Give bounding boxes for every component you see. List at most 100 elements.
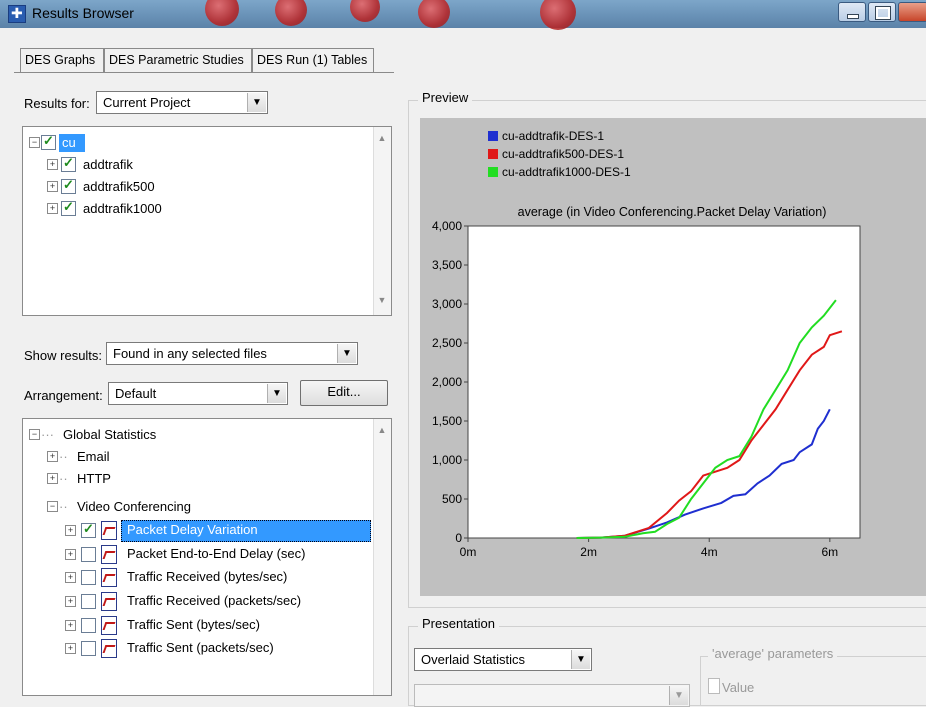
chevron-down-icon[interactable]: ▼ xyxy=(267,384,286,403)
statistic-icon xyxy=(101,639,117,658)
legend-swatch xyxy=(488,167,498,177)
expand-icon[interactable]: + xyxy=(65,620,76,631)
statistic-icon xyxy=(101,592,117,611)
tree-node-video-conferencing[interactable]: − ·· Video Conferencing xyxy=(47,497,267,517)
collapse-icon[interactable]: − xyxy=(29,429,40,440)
statistic-icon xyxy=(101,568,117,587)
checkbox[interactable] xyxy=(81,594,96,609)
arrangement-label: Arrangement: xyxy=(24,388,103,403)
tab-des-run-tables[interactable]: DES Run (1) Tables xyxy=(252,48,374,72)
checkbox-addtrafik1000[interactable] xyxy=(61,199,76,216)
expand-icon[interactable]: + xyxy=(65,596,76,607)
value-label: Value xyxy=(722,680,755,695)
results-for-dropdown[interactable]: Current Project ▼ xyxy=(96,91,268,114)
preview-chart: cu-addtrafik-DES-1 cu-addtrafik500-DES-1 c… xyxy=(420,118,926,596)
arrangement-value: Default xyxy=(115,386,157,401)
close-button[interactable] xyxy=(898,2,926,22)
checkbox[interactable] xyxy=(81,570,96,585)
statistic-icon xyxy=(101,521,117,540)
stat-item-packet-end-to-end-delay[interactable]: + Packet End-to-End Delay (sec) xyxy=(65,544,375,564)
tab-des-graphs[interactable]: DES Graphs xyxy=(20,48,104,72)
y-tick-label: 2,000 xyxy=(432,375,462,389)
tree-node-label: Email xyxy=(77,449,110,464)
y-tick-label: 1,000 xyxy=(432,453,462,467)
presentation-title: Presentation xyxy=(418,616,499,631)
tree-node-email[interactable]: + ·· Email xyxy=(47,447,247,467)
minimize-button[interactable] xyxy=(838,2,866,22)
expand-icon[interactable]: + xyxy=(47,203,58,214)
value-checkbox[interactable] xyxy=(708,678,720,694)
chart-title: average (in Video Conferencing.Packet De… xyxy=(518,205,827,219)
stat-item-traffic-sent-bytes[interactable]: + Traffic Sent (bytes/sec) xyxy=(65,615,375,635)
chevron-down-icon[interactable]: ▼ xyxy=(247,93,266,112)
expand-icon[interactable]: + xyxy=(47,181,58,192)
checkbox-addtrafik500[interactable] xyxy=(61,177,76,194)
tree-node-root[interactable]: − cu xyxy=(29,133,159,153)
tree-node-label: Video Conferencing xyxy=(77,499,191,514)
stat-item-packet-delay-variation[interactable]: + Packet Delay Variation xyxy=(65,520,375,542)
checkbox[interactable] xyxy=(81,521,96,538)
legend-swatch xyxy=(488,149,498,159)
tree-node-global-statistics[interactable]: − ··· Global Statistics xyxy=(29,425,229,445)
expand-icon[interactable]: + xyxy=(65,525,76,536)
statistic-icon xyxy=(101,545,117,564)
tree-node-label: Global Statistics xyxy=(63,427,157,442)
tab-des-parametric-studies[interactable]: DES Parametric Studies xyxy=(104,48,252,72)
scroll-up-icon[interactable]: ▲ xyxy=(376,133,388,147)
expand-icon[interactable]: + xyxy=(47,473,58,484)
presentation-mode-value: Overlaid Statistics xyxy=(421,652,526,667)
checkbox[interactable] xyxy=(81,618,96,633)
show-results-label: Show results: xyxy=(24,348,103,363)
tree-node-addtrafik1000[interactable]: + addtrafik1000 xyxy=(47,199,197,219)
y-tick-label: 4,000 xyxy=(432,219,462,233)
arrangement-dropdown[interactable]: Default ▼ xyxy=(108,382,288,405)
tree-node-addtrafik[interactable]: + addtrafik xyxy=(47,155,197,175)
scroll-down-icon[interactable]: ▼ xyxy=(376,295,388,309)
maximize-button[interactable] xyxy=(868,2,896,22)
tree-node-label: HTTP xyxy=(77,471,111,486)
tree-node-label: cu xyxy=(62,135,76,150)
plot-area: 0 500 1,000 1,500 2,000 2,500 3,000 3,500 4,000 0… xyxy=(432,219,861,559)
preview-title: Preview xyxy=(418,90,473,105)
presentation-mode-dropdown[interactable]: Overlaid Statistics ▼ xyxy=(414,648,592,671)
results-for-label: Results for: xyxy=(24,96,90,111)
checkbox-addtrafik[interactable] xyxy=(61,155,76,172)
statistics-tree[interactable]: − ··· Global Statistics + ·· Email + ·· … xyxy=(22,418,392,696)
y-tick-label: 500 xyxy=(442,492,462,506)
checkbox-root[interactable] xyxy=(41,133,56,150)
y-tick-label: 0 xyxy=(455,531,462,545)
edit-button[interactable]: Edit... xyxy=(300,380,388,406)
chevron-down-icon[interactable]: ▼ xyxy=(571,650,590,669)
tab-divider xyxy=(14,72,394,73)
tree-node-addtrafik500[interactable]: + addtrafik500 xyxy=(47,177,197,197)
vertical-scrollbar[interactable]: ▲ xyxy=(373,419,391,695)
chevron-down-icon[interactable]: ▼ xyxy=(337,344,356,363)
vertical-scrollbar[interactable]: ▲ ▼ xyxy=(373,127,391,315)
checkbox[interactable] xyxy=(81,547,96,562)
background-decoration xyxy=(350,0,380,22)
checkbox[interactable] xyxy=(81,641,96,656)
scroll-up-icon[interactable]: ▲ xyxy=(376,425,388,439)
y-tick-label: 1,500 xyxy=(432,414,462,428)
project-tree[interactable]: − cu + addtrafik + addtrafik500 + addtra… xyxy=(22,126,392,316)
stat-item-label: Traffic Sent (packets/sec) xyxy=(127,640,274,655)
stat-item-traffic-sent-packets[interactable]: + Traffic Sent (packets/sec) xyxy=(65,638,375,658)
expand-icon[interactable]: + xyxy=(47,451,58,462)
expand-icon[interactable]: + xyxy=(65,572,76,583)
stat-item-traffic-received-packets[interactable]: + Traffic Received (packets/sec) xyxy=(65,591,375,611)
show-results-value: Found in any selected files xyxy=(113,346,267,361)
collapse-icon[interactable]: − xyxy=(29,137,40,148)
stat-item-traffic-received-bytes[interactable]: + Traffic Received (bytes/sec) xyxy=(65,567,375,587)
tree-node-http[interactable]: + ·· HTTP xyxy=(47,469,247,489)
y-tick-label: 3,000 xyxy=(432,297,462,311)
title-bar: Results Browser xyxy=(0,0,926,30)
chart-legend: cu-addtrafik-DES-1 cu-addtrafik500-DES-1 c… xyxy=(488,129,631,179)
expand-icon[interactable]: + xyxy=(65,549,76,560)
expand-icon[interactable]: + xyxy=(65,643,76,654)
collapse-icon[interactable]: − xyxy=(47,501,58,512)
x-tick-label: 6m xyxy=(822,545,839,559)
legend-label: cu-addtrafik500-DES-1 xyxy=(502,147,624,161)
window-title: Results Browser xyxy=(32,5,134,21)
expand-icon[interactable]: + xyxy=(47,159,58,170)
show-results-dropdown[interactable]: Found in any selected files ▼ xyxy=(106,342,358,365)
